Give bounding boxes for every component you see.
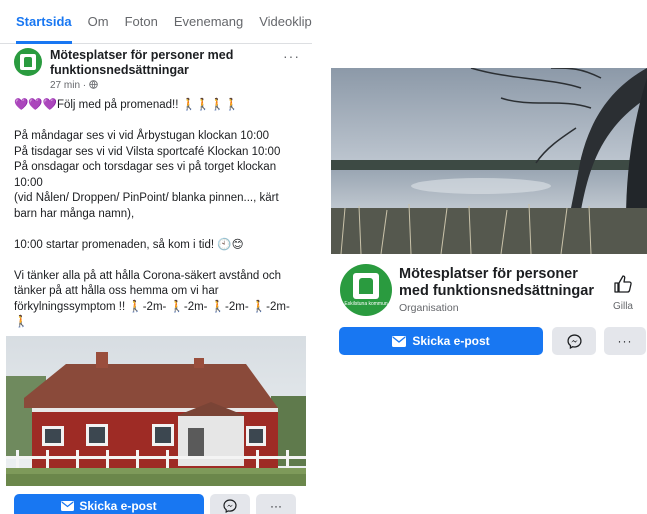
messenger-button[interactable] <box>210 494 250 514</box>
left-action-bar: Skicka e-post ··· <box>14 494 304 514</box>
post-intro: 💜💜💜Följ med på promenad!! 🚶🚶🚶🚶 <box>14 99 239 111</box>
tab-om[interactable]: Om <box>88 0 109 44</box>
avatar-caption: Eskilstuna kommun <box>344 301 388 307</box>
schedule-line: På måndagar ses vi vid Årbystugan klocka… <box>14 130 270 142</box>
crest-icon <box>353 273 379 299</box>
messenger-icon <box>223 499 237 513</box>
post-author[interactable]: Mötesplatser för personer med funktionsn… <box>50 48 260 78</box>
page-category[interactable]: Organisation <box>399 302 459 314</box>
globe-icon <box>89 80 98 89</box>
email-button-label: Skicka e-post <box>79 499 157 513</box>
email-button[interactable]: Skicka e-post <box>14 494 204 514</box>
more-button[interactable]: ··· <box>256 494 296 514</box>
tab-videoklipp[interactable]: Videoklipp <box>259 0 312 44</box>
more-icon: ··· <box>617 334 633 348</box>
post-body: 💜💜💜Följ med på promenad!! 🚶🚶🚶🚶 På måndag… <box>14 98 304 346</box>
page-more-button[interactable]: ··· <box>604 327 646 355</box>
page-profile-panel: Eskilstuna kommun Mötesplatser för perso… <box>331 68 647 514</box>
envelope-icon <box>61 501 75 511</box>
cover-photo-lake[interactable] <box>331 68 647 254</box>
post-timestamp[interactable]: 27 min · <box>50 80 98 91</box>
post-panel: Startsida Om Foton Evenemang Videoklipp … <box>0 0 312 514</box>
like-label: Gilla <box>612 301 633 312</box>
post-header: Mötesplatser för personer med funktionsn… <box>14 48 304 92</box>
page-email-button[interactable]: Skicka e-post <box>339 327 543 355</box>
envelope-icon <box>392 335 407 347</box>
post-more-icon[interactable]: ··· <box>283 48 300 64</box>
tab-evenemang[interactable]: Evenemang <box>174 0 243 44</box>
like-button[interactable]: Gilla <box>603 274 643 312</box>
post-start: 10:00 startar promenaden, så kom i tid! … <box>14 238 244 251</box>
post-corona: Vi tänker alla på att hålla Corona-säker… <box>14 269 290 329</box>
page-avatar-small[interactable] <box>14 48 42 76</box>
schedule-line: (vid Nålen/ Droppen/ PinPoint/ blanka pi… <box>14 192 279 220</box>
tab-foton[interactable]: Foton <box>125 0 158 44</box>
post-time: 27 min · <box>50 80 89 91</box>
crest-icon <box>20 54 36 70</box>
post-photo-red-house[interactable] <box>6 336 306 486</box>
more-icon: ··· <box>270 499 282 513</box>
page-title: Mötesplatser för personer med funktionsn… <box>399 266 594 299</box>
thumbs-up-icon <box>614 275 632 293</box>
page-tabs: Startsida Om Foton Evenemang Videoklipp … <box>0 0 312 44</box>
schedule-line: På onsdagar och torsdagar ses vi på torg… <box>14 161 277 189</box>
page-messenger-button[interactable] <box>552 327 596 355</box>
page-avatar[interactable]: Eskilstuna kommun <box>340 264 392 316</box>
schedule-line: På tisdagar ses vi vid Vilsta sportcafé … <box>14 145 281 158</box>
messenger-icon <box>566 333 582 349</box>
tab-startsida[interactable]: Startsida <box>16 0 72 44</box>
page-email-label: Skicka e-post <box>412 334 490 348</box>
